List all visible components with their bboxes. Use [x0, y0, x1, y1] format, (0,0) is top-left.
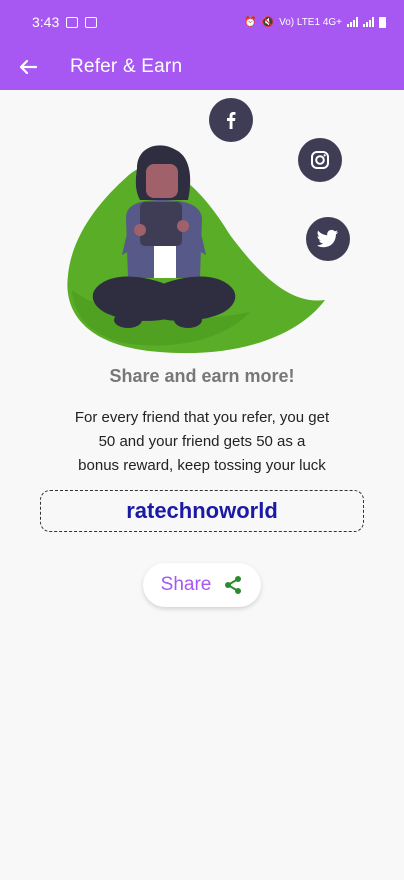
referral-code-box[interactable]: ratechnoworld — [40, 490, 364, 532]
signal-icon — [347, 17, 358, 27]
share-button-label: Share — [160, 574, 212, 595]
refer-illustration — [0, 90, 404, 360]
instagram-icon — [298, 138, 342, 182]
share-heading: Share and earn more! — [109, 366, 295, 386]
battery-icon — [379, 16, 386, 28]
app-bar: Refer & Earn — [0, 44, 404, 90]
status-time: 3:43 — [32, 14, 60, 30]
gallery-notification-icon — [66, 16, 79, 28]
description-line: For every friend that you refer, you get — [74, 409, 330, 426]
share-icon — [225, 576, 242, 594]
description-line: 50 and your friend gets 50 as a — [98, 433, 306, 450]
status-bar: 3:43 ⏰ 🔇 Vo) LTE1 4G+ — [0, 0, 404, 44]
back-button[interactable] — [16, 55, 40, 79]
mute-icon: 🔇 — [261, 16, 275, 28]
twitter-icon — [306, 217, 350, 261]
description-line: bonus reward, keep tossing your luck — [78, 457, 326, 474]
network-label: Vo) LTE1 4G+ — [279, 16, 342, 28]
referral-description: For every friend that you refer, you get… — [52, 406, 352, 478]
message-notification-icon — [85, 16, 98, 28]
arrow-left-icon — [19, 59, 38, 75]
alarm-icon: ⏰ — [244, 16, 257, 28]
share-button[interactable]: Share — [143, 563, 261, 607]
facebook-icon — [209, 98, 253, 142]
referral-code: ratechnoworld — [126, 498, 278, 523]
signal-icon-2 — [363, 17, 374, 27]
page-title: Refer & Earn — [70, 56, 183, 77]
